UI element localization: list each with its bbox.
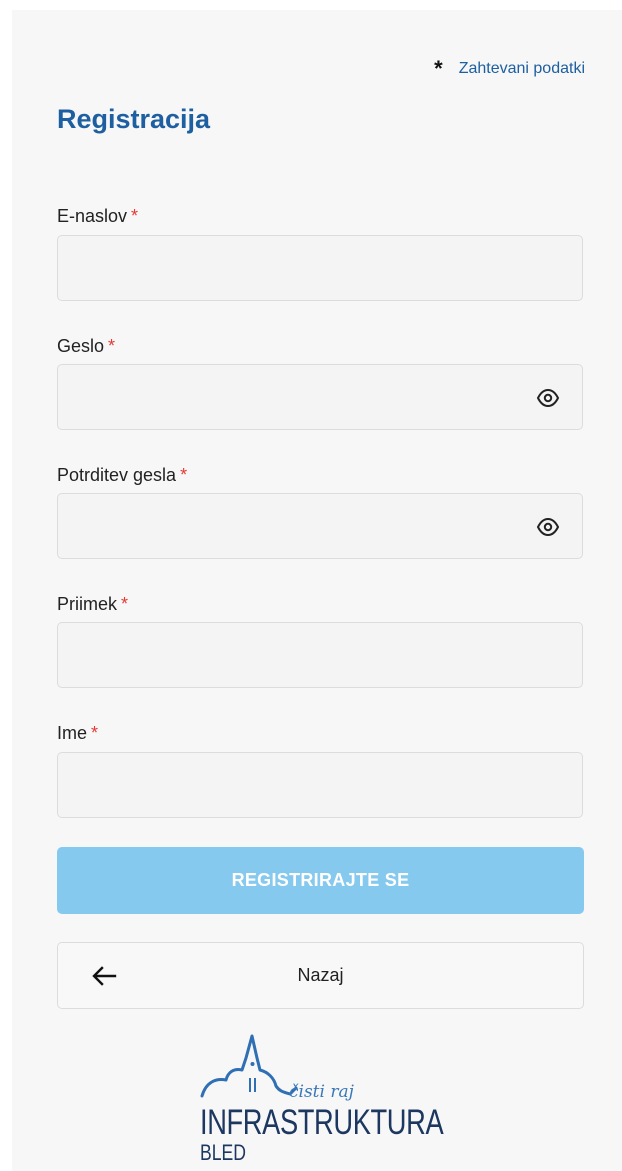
password-field-label: Geslo * [57, 336, 115, 357]
password-field[interactable] [57, 364, 583, 430]
eye-icon[interactable] [536, 516, 560, 538]
password-label-text: Geslo [57, 336, 105, 356]
logo-tagline: čisti raj [289, 1082, 354, 1102]
required-fields-note-label: Zahtevani podatki [458, 60, 585, 77]
required-marker: * [108, 336, 116, 356]
required-marker: * [131, 206, 139, 226]
name-field-label: Ime * [57, 723, 98, 744]
name-label-text: Ime [57, 723, 88, 743]
asterisk-icon: * [434, 56, 443, 81]
surname-field[interactable] [57, 622, 583, 688]
surname-input[interactable] [58, 623, 582, 687]
required-marker: * [121, 594, 129, 614]
confirm-password-input[interactable] [58, 494, 582, 558]
eye-icon[interactable] [536, 387, 560, 409]
required-fields-note: * Zahtevani podatki [434, 56, 585, 81]
surname-field-label: Priimek * [57, 594, 128, 615]
surname-label-text: Priimek [57, 594, 118, 614]
back-button[interactable]: Nazaj [57, 942, 584, 1009]
email-field-label: E-naslov * [57, 206, 138, 227]
confirm-password-field-label: Potrditev gesla * [57, 465, 187, 486]
confirm-password-field[interactable] [57, 493, 583, 559]
infrastruktura-bled-logo: čisti raj INFRASTRUKTURA BLED [198, 1034, 448, 1171]
email-field[interactable] [57, 235, 583, 301]
logo-sub: BLED [200, 1140, 246, 1165]
email-input[interactable] [58, 236, 582, 300]
logo-brand: INFRASTRUKTURA [200, 1103, 444, 1142]
required-marker: * [91, 723, 99, 743]
required-marker: * [180, 465, 188, 485]
confirm-password-label-text: Potrditev gesla [57, 465, 177, 485]
back-button-label: Nazaj [297, 965, 344, 985]
name-field[interactable] [57, 752, 583, 818]
email-label-text: E-naslov [57, 206, 128, 226]
page-title: Registracija [57, 104, 211, 134]
name-input[interactable] [58, 753, 582, 817]
password-input[interactable] [58, 365, 582, 429]
register-button[interactable]: REGISTRIRAJTE SE [57, 847, 584, 914]
